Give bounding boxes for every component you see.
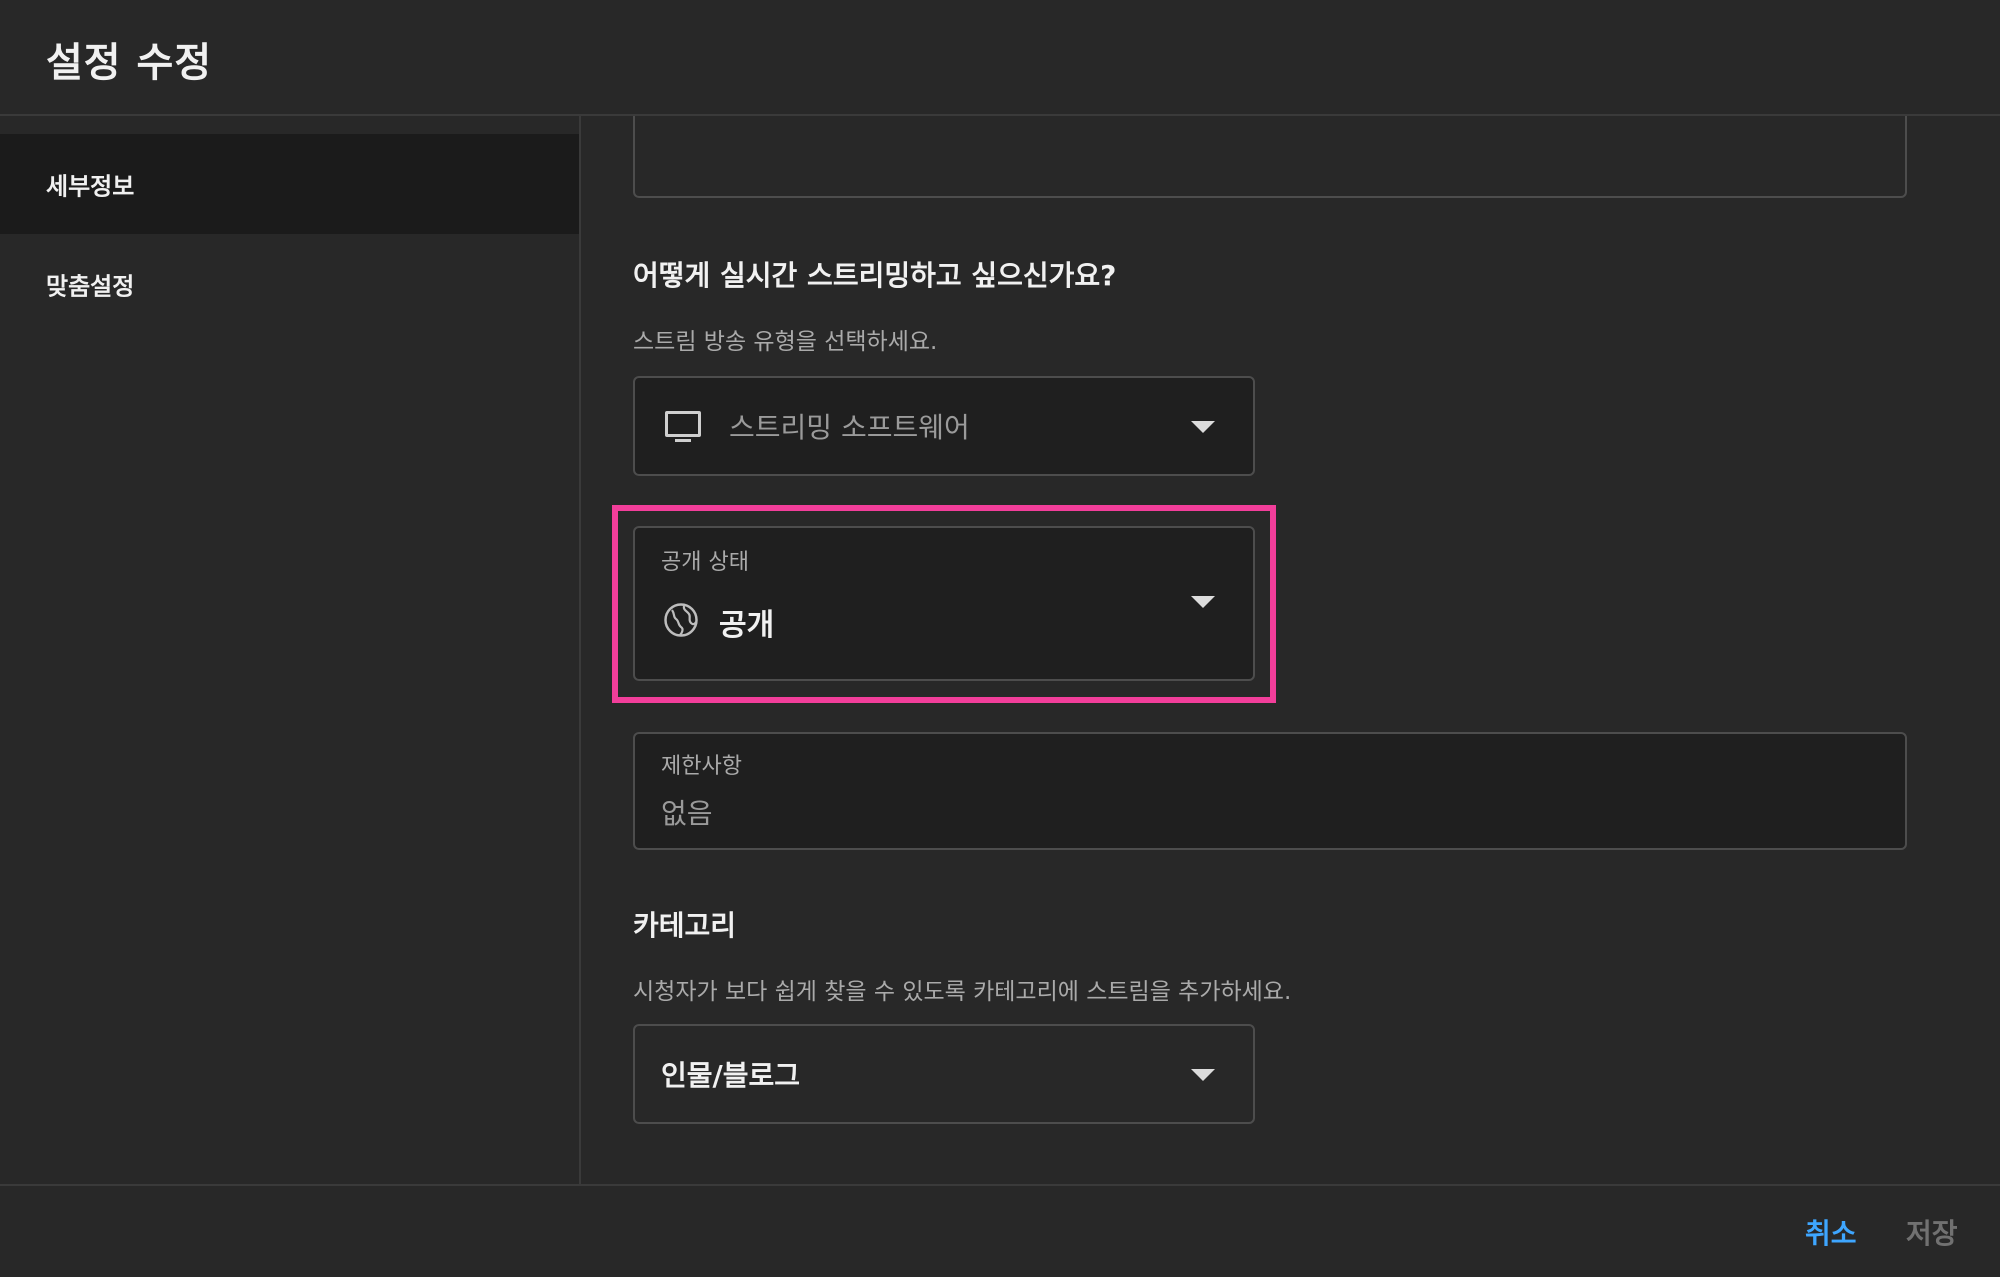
main-content: 어떻게 실시간 스트리밍하고 싶으신가요? 스트림 방송 유형을 선택하세요. …: [581, 116, 2000, 1184]
stream-type-value: 스트리밍 소프트웨어: [729, 411, 970, 444]
visibility-caption: 공개 상태: [661, 550, 749, 575]
stream-type-dropdown[interactable]: 스트리밍 소프트웨어: [633, 376, 1255, 476]
visibility-dropdown[interactable]: 공개 상태 공개: [633, 526, 1255, 681]
dropdown-arrow-icon: [1191, 1069, 1215, 1081]
sidebar-item-customization[interactable]: 맞춤설정: [0, 234, 579, 334]
dropdown-arrow-icon: [1191, 421, 1215, 433]
category-description: 시청자가 보다 쉽게 찾을 수 있도록 카테고리에 스트림을 추가하세요.: [633, 979, 1292, 1005]
save-button[interactable]: 저장: [1906, 1212, 1958, 1252]
cancel-button[interactable]: 취소: [1805, 1212, 1857, 1252]
sidebar-item-label: 세부정보: [46, 172, 135, 201]
description-field[interactable]: [633, 116, 1907, 198]
restrictions-caption: 제한사항: [661, 754, 742, 779]
sidebar: 세부정보 맞춤설정: [0, 116, 581, 1184]
stream-type-description: 스트림 방송 유형을 선택하세요.: [633, 329, 938, 355]
dropdown-arrow-icon: [1191, 595, 1215, 608]
category-heading: 카테고리: [633, 909, 737, 942]
visibility-value: 공개: [719, 608, 775, 643]
sidebar-item-label: 맞춤설정: [46, 272, 135, 301]
monitor-icon: [665, 411, 701, 442]
restrictions-value: 없음: [661, 797, 713, 830]
stream-type-heading: 어떻게 실시간 스트리밍하고 싶으신가요?: [633, 259, 1117, 292]
restrictions-field: 제한사항 없음: [633, 732, 1907, 850]
page-title: 설정 수정: [46, 40, 213, 86]
globe-icon: [664, 603, 698, 637]
category-value: 인물/블로그: [661, 1059, 801, 1092]
sidebar-item-details[interactable]: 세부정보: [0, 134, 579, 234]
category-dropdown[interactable]: 인물/블로그: [633, 1024, 1255, 1124]
dialog-footer: 취소 저장: [0, 1184, 2000, 1277]
dialog-header: 설정 수정: [0, 0, 2000, 116]
edit-settings-dialog: 설정 수정 세부정보 맞춤설정 어떻게 실시간 스트리밍하고 싶으신가요? 스트…: [0, 0, 2000, 1277]
